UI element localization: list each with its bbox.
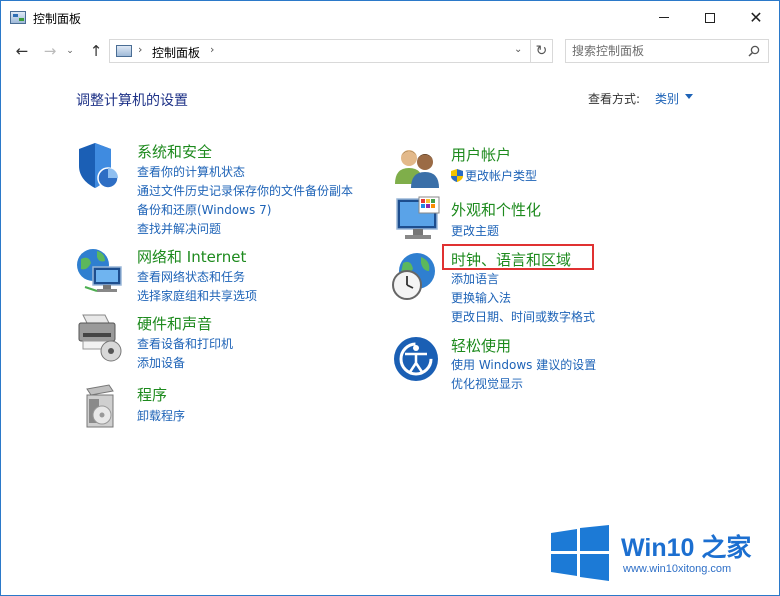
link-add-device[interactable]: 添加设备 (137, 354, 185, 371)
minimize-icon (659, 17, 669, 18)
recent-locations-button[interactable]: ⌄ (63, 40, 77, 62)
search-box (565, 39, 769, 63)
category-title-hardware-sound[interactable]: 硬件和声音 (137, 313, 212, 334)
search-icon[interactable] (748, 45, 760, 57)
link-troubleshoot[interactable]: 查找并解决问题 (137, 220, 221, 237)
category-title-programs[interactable]: 程序 (137, 384, 167, 405)
link-backup-restore[interactable]: 备份和还原(Windows 7) (137, 201, 271, 218)
hardware-sound-icon[interactable] (75, 311, 125, 363)
caret-down-icon[interactable] (685, 94, 693, 99)
link-file-history-backup[interactable]: 通过文件历史记录保存你的文件备份副本 (137, 182, 353, 199)
link-devices-printers[interactable]: 查看设备和打印机 (137, 335, 233, 352)
control-panel-window: 控制面板 ✕ ← → ⌄ ↑ › 控制面板 › ⌄ ↻ 调整计算机的设置 查看方… (0, 0, 780, 596)
window-title: 控制面板 (33, 12, 82, 26)
arrow-left-icon: ← (15, 42, 29, 60)
clock-region-icon[interactable] (389, 251, 439, 303)
category-title-appearance[interactable]: 外观和个性化 (451, 199, 541, 220)
address-dropdown-icon[interactable]: ⌄ (514, 44, 522, 55)
link-recommended-settings[interactable]: 使用 Windows 建议的设置 (451, 356, 596, 373)
link-add-language[interactable]: 添加语言 (451, 270, 499, 287)
highlight-box (442, 244, 594, 270)
view-by-label: 查看方式: (588, 92, 641, 106)
link-change-input-method[interactable]: 更换输入法 (451, 289, 511, 306)
link-change-account-type[interactable]: 更改帐户类型 (451, 167, 537, 184)
category-title-network-internet[interactable]: 网络和 Internet (137, 246, 246, 267)
network-internet-icon[interactable] (75, 245, 125, 297)
watermark-brand-name: Win10 (621, 534, 695, 562)
title-bar: 控制面板 ✕ (1, 1, 779, 34)
link-optimize-visual-display[interactable]: 优化视觉显示 (451, 375, 523, 392)
refresh-icon: ↻ (535, 43, 548, 59)
watermark-brand-suffix: 之家 (701, 534, 752, 562)
control-panel-icon (116, 45, 132, 57)
link-change-theme[interactable]: 更改主题 (451, 222, 499, 239)
link-uninstall-program[interactable]: 卸载程序 (137, 407, 185, 424)
up-button[interactable]: ↑ (85, 40, 107, 62)
link-change-date-time-format[interactable]: 更改日期、时间或数字格式 (451, 308, 595, 325)
ease-of-access-icon[interactable] (393, 335, 443, 387)
category-title-ease-of-access[interactable]: 轻松使用 (451, 335, 511, 356)
programs-icon[interactable] (79, 381, 129, 433)
user-accounts-icon[interactable] (393, 144, 443, 196)
link-homegroup-sharing[interactable]: 选择家庭组和共享选项 (137, 287, 257, 304)
breadcrumb-item-control-panel[interactable]: 控制面板 (152, 44, 200, 61)
back-button[interactable]: ← (11, 40, 33, 62)
appearance-icon[interactable] (393, 195, 443, 247)
watermark-brand: Win10 之家 (621, 528, 751, 564)
breadcrumb-separator: › (138, 43, 143, 56)
close-button[interactable]: ✕ (733, 1, 779, 34)
minimize-button[interactable] (641, 1, 687, 34)
category-title-user-accounts[interactable]: 用户帐户 (451, 144, 511, 165)
breadcrumb-separator[interactable]: › (210, 43, 214, 56)
address-bar[interactable]: › 控制面板 › ⌄ (109, 39, 531, 63)
maximize-button[interactable] (687, 1, 733, 34)
close-icon: ✕ (749, 7, 763, 27)
link-network-status[interactable]: 查看网络状态和任务 (137, 268, 245, 285)
windows-logo-icon (551, 525, 609, 581)
view-by-dropdown[interactable]: 类别 (655, 90, 679, 107)
maximize-icon (705, 12, 715, 23)
refresh-button[interactable]: ↻ (531, 39, 553, 63)
system-security-icon[interactable] (75, 140, 125, 192)
chevron-down-icon: ⌄ (66, 46, 74, 56)
watermark-url: www.win10xitong.com (623, 563, 732, 575)
page-heading: 调整计算机的设置 (76, 93, 188, 109)
arrow-right-icon: → (43, 42, 57, 60)
forward-button[interactable]: → (39, 40, 61, 62)
uac-shield-icon (451, 169, 463, 182)
navigation-bar: ← → ⌄ ↑ › 控制面板 › ⌄ ↻ (1, 37, 779, 65)
category-title-system-security[interactable]: 系统和安全 (137, 141, 212, 162)
arrow-up-icon: ↑ (89, 42, 103, 60)
search-input[interactable] (572, 43, 737, 59)
link-view-computer-status[interactable]: 查看你的计算机状态 (137, 163, 245, 180)
link-label: 更改帐户类型 (465, 169, 538, 183)
control-panel-icon (10, 11, 26, 24)
